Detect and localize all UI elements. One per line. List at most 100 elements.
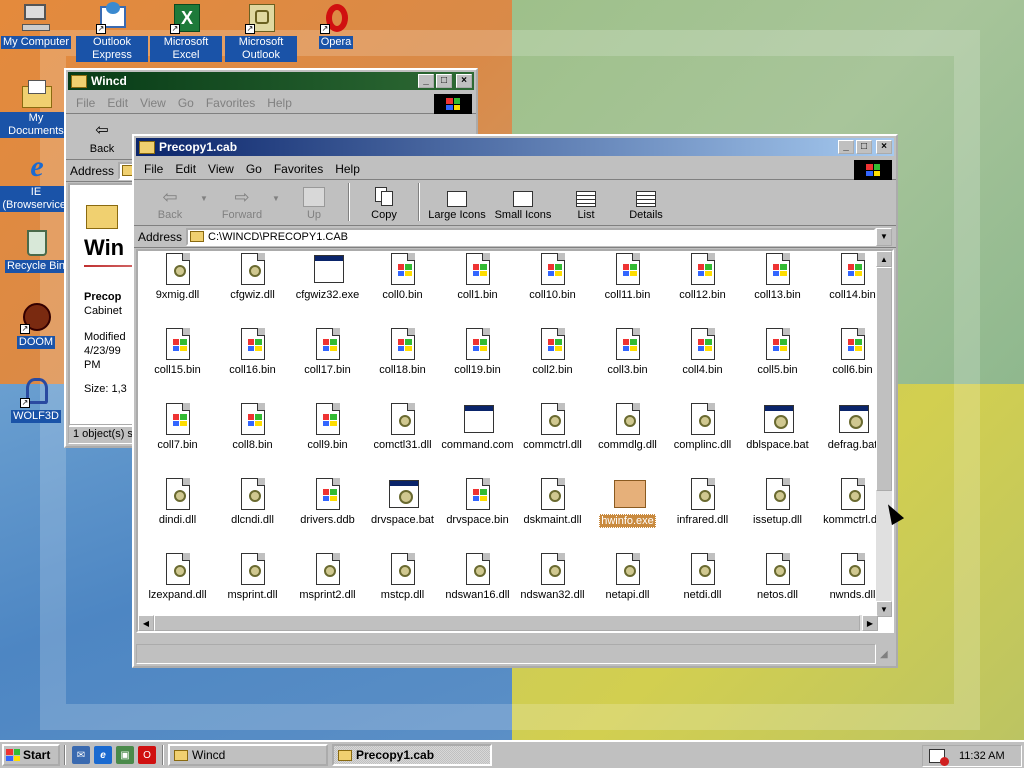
- up-button[interactable]: Up: [284, 187, 344, 221]
- file-item[interactable]: coll10.bin: [515, 251, 590, 326]
- desktop-icon-outlook-express[interactable]: ↗ Outlook Express: [76, 2, 148, 62]
- file-item[interactable]: coll18.bin: [365, 326, 440, 401]
- back-button[interactable]: ⇦ Back: [140, 187, 200, 221]
- file-item[interactable]: coll2.bin: [515, 326, 590, 401]
- precopy-window[interactable]: Precopy1.cab _ □ × File Edit View Go Fav…: [132, 134, 898, 668]
- file-item[interactable]: coll5.bin: [740, 326, 815, 401]
- desktop-icon-outlook[interactable]: ↗ Microsoft Outlook: [225, 2, 297, 62]
- file-item[interactable]: coll15.bin: [140, 326, 215, 401]
- file-item[interactable]: complinc.dll: [665, 401, 740, 476]
- file-item[interactable]: hwinfo.exe: [590, 476, 665, 551]
- chevron-down-icon[interactable]: ▼: [272, 194, 284, 221]
- large-icons-button[interactable]: Large Icons: [424, 191, 490, 221]
- file-item[interactable]: command.com: [440, 401, 515, 476]
- file-item[interactable]: coll11.bin: [590, 251, 665, 326]
- file-item[interactable]: coll9.bin: [290, 401, 365, 476]
- maximize-button[interactable]: □: [436, 74, 452, 88]
- menu-edit[interactable]: Edit: [169, 162, 202, 176]
- menu-help[interactable]: Help: [329, 162, 366, 176]
- desktop-icon-my-computer[interactable]: My Computer: [0, 2, 72, 49]
- desktop-icon-ie[interactable]: e IE (Browservice): [0, 152, 72, 212]
- precopy-titlebar[interactable]: Precopy1.cab _ □ ×: [136, 138, 894, 156]
- menu-go[interactable]: Go: [172, 96, 200, 110]
- desktop-icon-doom[interactable]: ↗ DOOM: [0, 302, 72, 349]
- maximize-button[interactable]: □: [856, 140, 872, 154]
- file-item[interactable]: dskmaint.dll: [515, 476, 590, 551]
- file-item[interactable]: coll16.bin: [215, 326, 290, 401]
- wincd-titlebar[interactable]: Wincd _ □ ×: [68, 72, 474, 90]
- desktop-icon-excel[interactable]: X ↗ Microsoft Excel: [150, 2, 222, 62]
- file-list[interactable]: 9xmig.dll cfgwiz.dll cfgwiz32.exe coll0.bin…: [136, 249, 894, 633]
- scroll-down-button[interactable]: ▼: [876, 601, 892, 617]
- address-dropdown-button[interactable]: ▼: [876, 227, 892, 246]
- menu-favorites[interactable]: Favorites: [268, 162, 329, 176]
- file-item[interactable]: comctl31.dll: [365, 401, 440, 476]
- menu-view[interactable]: View: [202, 162, 240, 176]
- file-item[interactable]: cfgwiz.dll: [215, 251, 290, 326]
- copy-button[interactable]: Copy: [354, 187, 414, 221]
- file-item[interactable]: coll0.bin: [365, 251, 440, 326]
- menu-favorites[interactable]: Favorites: [200, 96, 261, 110]
- network-error-icon[interactable]: [929, 749, 949, 766]
- chevron-down-icon[interactable]: ▼: [200, 194, 212, 221]
- file-item[interactable]: dlcndi.dll: [215, 476, 290, 551]
- vertical-scrollbar[interactable]: ▲ ▼: [876, 251, 892, 617]
- scroll-right-button[interactable]: ▶: [862, 615, 878, 631]
- file-item[interactable]: drivers.ddb: [290, 476, 365, 551]
- minimize-button[interactable]: _: [838, 140, 854, 154]
- start-button[interactable]: Start: [2, 744, 60, 766]
- file-item[interactable]: dindi.dll: [140, 476, 215, 551]
- close-button[interactable]: ×: [456, 74, 472, 88]
- menu-view[interactable]: View: [134, 96, 172, 110]
- file-item[interactable]: coll1.bin: [440, 251, 515, 326]
- file-item[interactable]: coll19.bin: [440, 326, 515, 401]
- minimize-button[interactable]: _: [418, 74, 434, 88]
- file-item[interactable]: commctrl.dll: [515, 401, 590, 476]
- file-item[interactable]: drvspace.bat: [365, 476, 440, 551]
- menu-go[interactable]: Go: [240, 162, 268, 176]
- menu-edit[interactable]: Edit: [101, 96, 134, 110]
- file-item[interactable]: infrared.dll: [665, 476, 740, 551]
- file-item[interactable]: coll7.bin: [140, 401, 215, 476]
- details-button[interactable]: Details: [616, 191, 676, 221]
- horizontal-scrollbar[interactable]: ◀ ▶: [138, 615, 878, 631]
- desktop-icon-opera[interactable]: ↗ Opera: [300, 2, 372, 49]
- wolf3d-icon: ↗: [20, 376, 52, 408]
- file-item[interactable]: coll12.bin: [665, 251, 740, 326]
- desktop-icon-wolf3d[interactable]: ↗ WOLF3D: [0, 376, 72, 423]
- file-item[interactable]: cfgwiz32.exe: [290, 251, 365, 326]
- file-item[interactable]: coll3.bin: [590, 326, 665, 401]
- file-item[interactable]: dblspace.bat: [740, 401, 815, 476]
- scroll-up-button[interactable]: ▲: [876, 251, 892, 267]
- show-desktop-icon[interactable]: ▣: [116, 746, 134, 764]
- menu-file[interactable]: File: [70, 96, 101, 110]
- scroll-left-button[interactable]: ◀: [138, 615, 154, 631]
- opera-icon[interactable]: O: [138, 746, 156, 764]
- vertical-scroll-thumb[interactable]: [876, 267, 892, 491]
- horizontal-scroll-thumb[interactable]: [154, 615, 860, 631]
- close-button[interactable]: ×: [876, 140, 892, 154]
- file-item[interactable]: coll8.bin: [215, 401, 290, 476]
- taskbar-button-wincd[interactable]: Wincd: [168, 744, 328, 766]
- file-item[interactable]: coll13.bin: [740, 251, 815, 326]
- file-item[interactable]: coll17.bin: [290, 326, 365, 401]
- forward-button[interactable]: ⇨ Forward: [212, 187, 272, 221]
- file-item[interactable]: drvspace.bin: [440, 476, 515, 551]
- taskbar-button-precopy[interactable]: Precopy1.cab: [332, 744, 492, 766]
- internet-explorer-icon[interactable]: e: [94, 746, 112, 764]
- small-icons-button[interactable]: Small Icons: [490, 191, 556, 221]
- clock[interactable]: 11:32 AM: [959, 750, 1005, 762]
- back-button[interactable]: ⇦ Back: [72, 121, 132, 155]
- menu-help[interactable]: Help: [261, 96, 298, 110]
- list-button[interactable]: List: [556, 191, 616, 221]
- menu-file[interactable]: File: [138, 162, 169, 176]
- file-item[interactable]: issetup.dll: [740, 476, 815, 551]
- file-item[interactable]: commdlg.dll: [590, 401, 665, 476]
- desktop-icon-my-documents[interactable]: My Documents: [0, 78, 72, 138]
- address-input[interactable]: C:\WINCD\PRECOPY1.CAB: [186, 227, 876, 246]
- outlook-express-icon[interactable]: ✉: [72, 746, 90, 764]
- file-item[interactable]: 9xmig.dll: [140, 251, 215, 326]
- file-item[interactable]: coll4.bin: [665, 326, 740, 401]
- resize-grip-icon[interactable]: ◢: [880, 649, 894, 663]
- desktop-icon-recycle-bin[interactable]: Recycle Bin: [0, 226, 72, 273]
